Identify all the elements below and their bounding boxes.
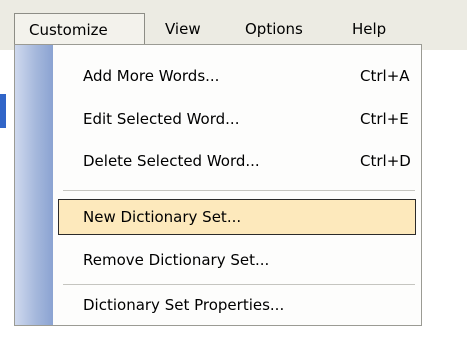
menu-item-label: Delete Selected Word... xyxy=(83,152,260,170)
menu-bar: Customize View Options Help xyxy=(0,0,467,50)
customize-dropdown-menu: Add More Words... Ctrl+A Edit Selected W… xyxy=(14,44,422,326)
menu-options[interactable]: Options xyxy=(245,13,303,45)
menu-customize[interactable]: Customize xyxy=(14,13,145,45)
menu-item-label: Add More Words... xyxy=(83,67,220,85)
menu-help-label: Help xyxy=(352,20,387,38)
background-selection-edge xyxy=(0,94,6,128)
menu-item-new-dictionary-set[interactable]: New Dictionary Set... xyxy=(58,199,416,235)
menu-options-label: Options xyxy=(245,20,303,38)
menu-item-label: Remove Dictionary Set... xyxy=(83,251,270,269)
menu-item-label: Edit Selected Word... xyxy=(83,110,240,128)
menu-view-label: View xyxy=(165,20,201,38)
menu-item-shortcut: Ctrl+E xyxy=(360,110,409,128)
menu-item-remove-dictionary-set[interactable]: Remove Dictionary Set... xyxy=(15,241,421,279)
menu-item-add-more-words[interactable]: Add More Words... Ctrl+A xyxy=(15,57,421,95)
menu-item-dictionary-set-properties[interactable]: Dictionary Set Properties... xyxy=(15,286,421,324)
menu-separator xyxy=(63,190,415,191)
menu-help[interactable]: Help xyxy=(352,13,386,45)
menu-item-label: New Dictionary Set... xyxy=(83,208,242,226)
menu-separator xyxy=(63,284,415,285)
menu-customize-label: Customize xyxy=(29,21,108,39)
menu-view[interactable]: View xyxy=(165,13,201,45)
menu-item-shortcut: Ctrl+A xyxy=(360,67,410,85)
menu-item-edit-selected-word[interactable]: Edit Selected Word... Ctrl+E xyxy=(15,100,421,138)
menu-item-delete-selected-word[interactable]: Delete Selected Word... Ctrl+D xyxy=(15,142,421,180)
menu-item-shortcut: Ctrl+D xyxy=(360,152,411,170)
menu-item-label: Dictionary Set Properties... xyxy=(83,296,285,314)
